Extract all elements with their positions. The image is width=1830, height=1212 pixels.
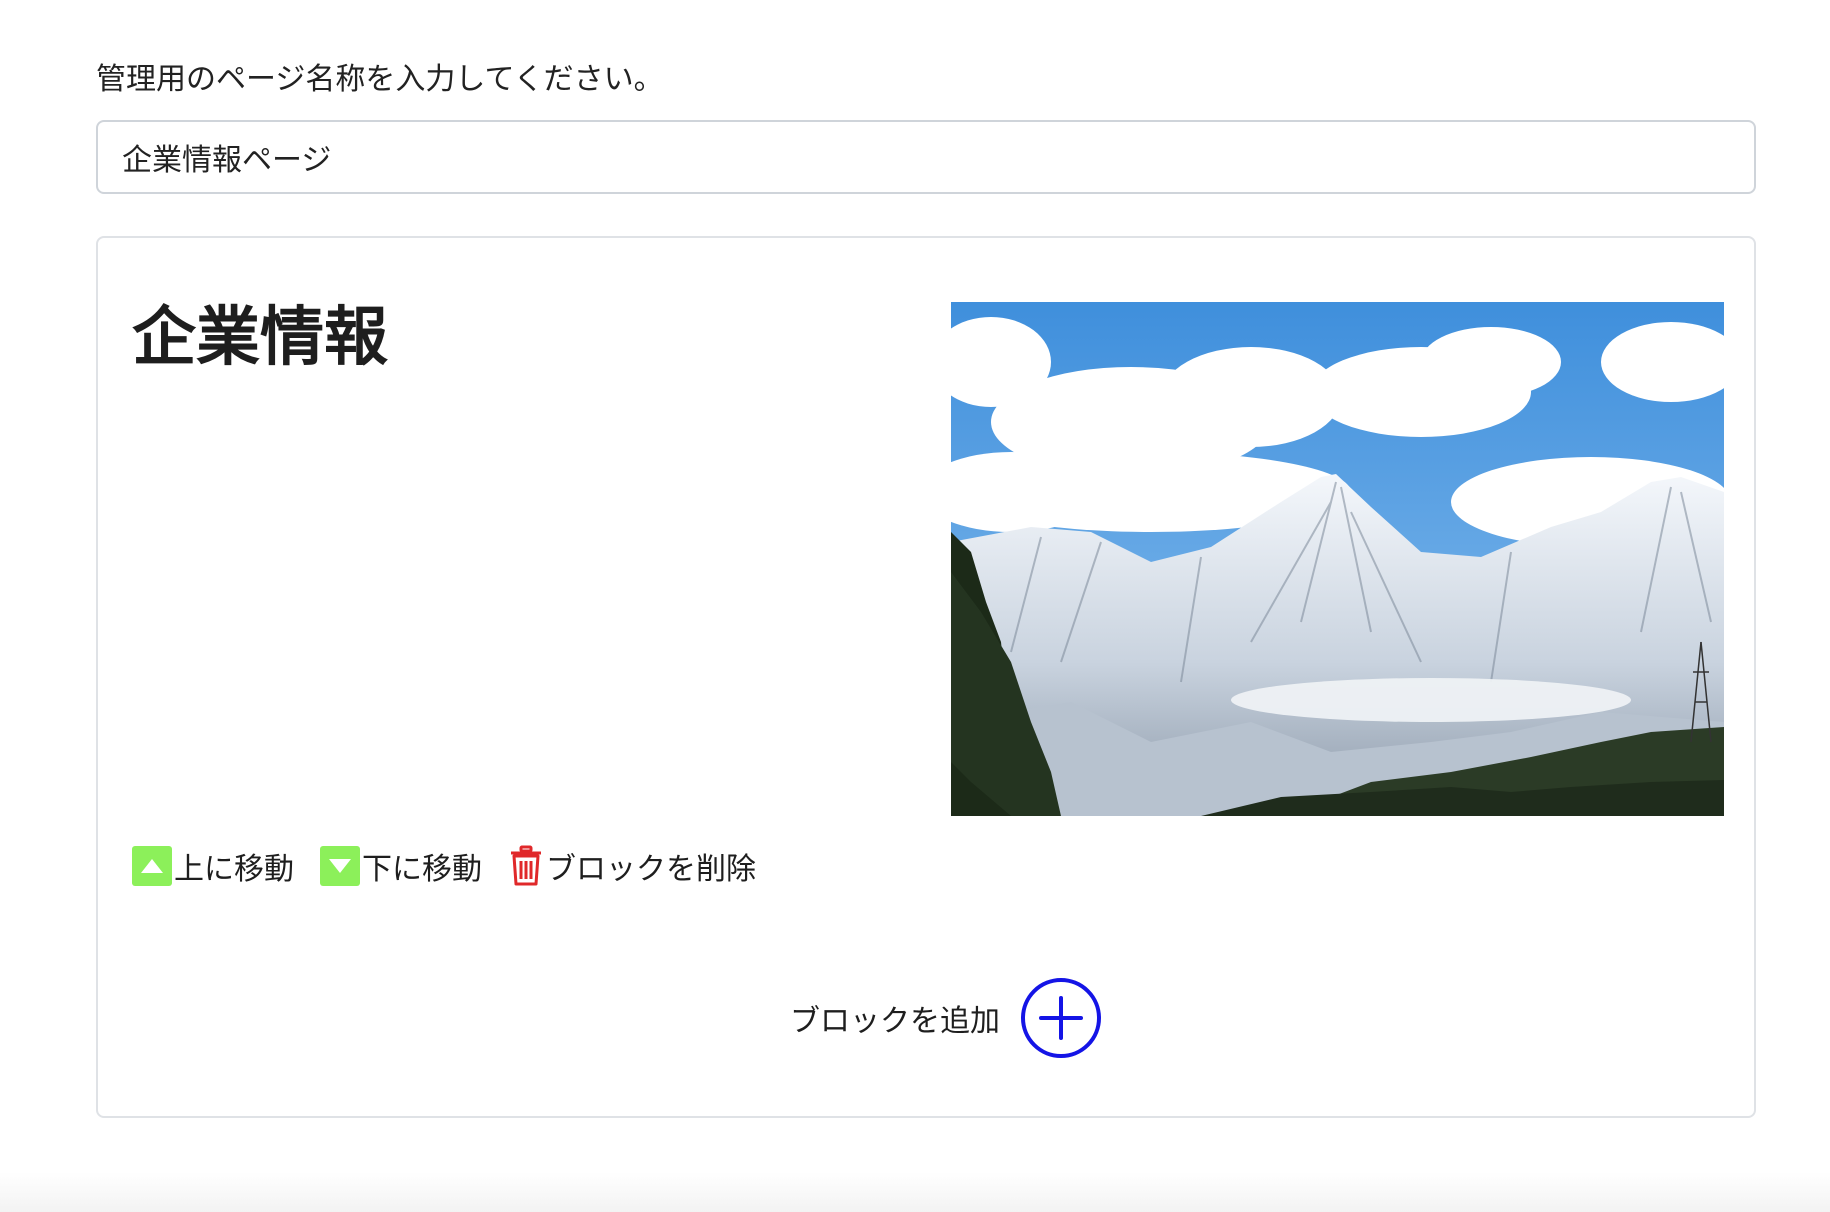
move-down-label: 下に移動 [362, 852, 482, 887]
add-block-label: ブロックを追加 [790, 1004, 1000, 1039]
page-name-label: 管理用のページ名称を入力してください。 [96, 62, 664, 97]
trash-icon [511, 845, 541, 886]
delete-block-button[interactable]: ブロックを削除 [508, 844, 756, 888]
block-heading[interactable]: 企業情報 [132, 298, 388, 378]
page-editor: 管理用のページ名称を入力してください。 企業情報ページ 企業情報 上に移動 下に… [0, 0, 1830, 1212]
triangle-up-icon [132, 846, 172, 886]
delete-block-label: ブロックを削除 [546, 852, 756, 887]
add-block-row: ブロックを追加 [98, 976, 1754, 1060]
plus-circle-icon[interactable] [1020, 977, 1102, 1059]
page-name-input[interactable] [96, 120, 1756, 194]
move-up-button[interactable]: 上に移動 [132, 844, 294, 888]
triangle-down-icon [320, 846, 360, 886]
content-block: 企業情報 上に移動 下に移動 ブロックを削除 ブロックを追加 [96, 236, 1756, 1118]
move-down-button[interactable]: 下に移動 [320, 844, 482, 888]
block-image[interactable] [951, 302, 1724, 816]
block-actions: 上に移動 下に移動 ブロックを削除 [132, 842, 782, 890]
bottom-edge-shadow [0, 1172, 1830, 1212]
move-up-label: 上に移動 [174, 852, 294, 887]
